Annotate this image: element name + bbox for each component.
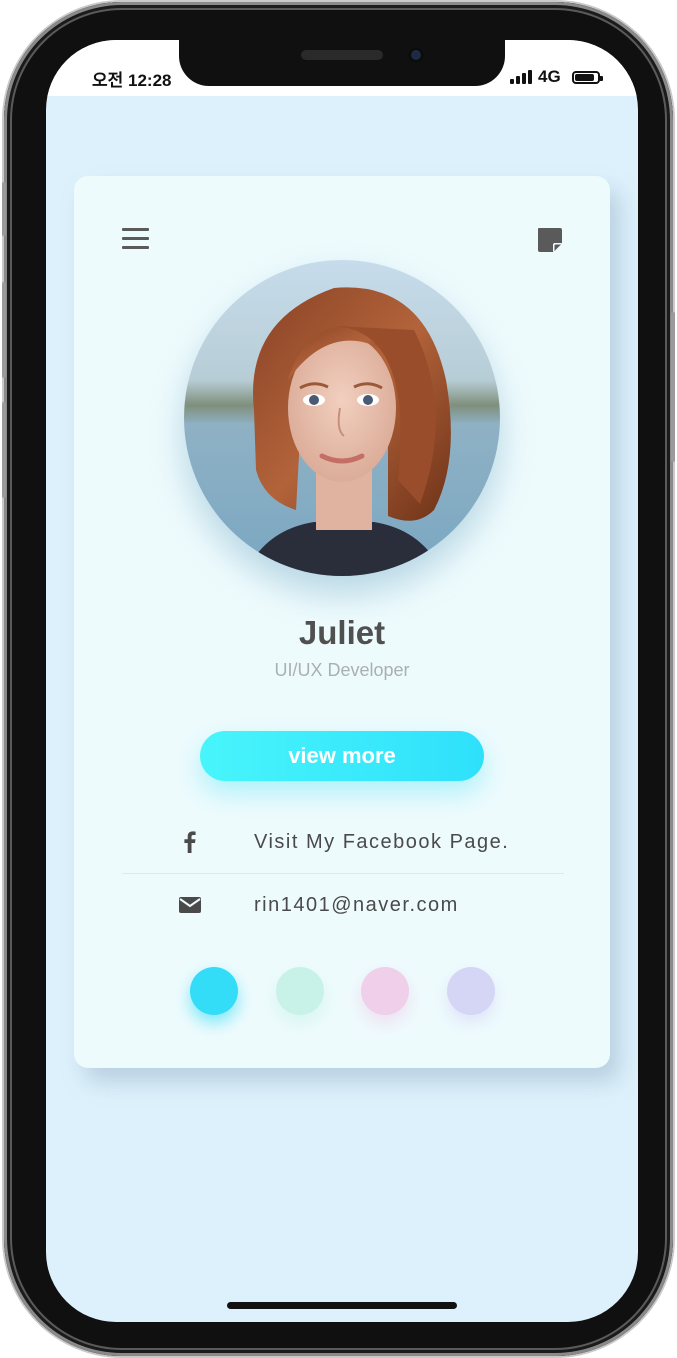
status-time: 오전 12:28 (92, 71, 172, 90)
facebook-link[interactable]: Visit My Facebook Page. (122, 822, 564, 862)
signal-icon (510, 70, 532, 84)
screen: 오전 12:28 4G Juliet UI/UX Developer view … (46, 40, 638, 1322)
mute-switch (2, 182, 6, 236)
divider (122, 873, 564, 874)
volume-up-button (2, 282, 6, 378)
profile-name: Juliet (298, 614, 386, 651)
network-type: 4G (538, 67, 561, 86)
phone-frame: 오전 12:28 4G Juliet UI/UX Developer view … (2, 2, 675, 1356)
front-camera (408, 47, 424, 63)
view-more-button[interactable]: view more (200, 731, 484, 781)
color-theme-lavender[interactable] (447, 967, 495, 1015)
envelope-icon (179, 897, 201, 913)
profile-photo (184, 260, 500, 576)
speaker-grille (301, 50, 383, 60)
color-theme-cyan[interactable] (190, 967, 238, 1015)
volume-down-button (2, 402, 6, 498)
power-button (671, 312, 675, 462)
home-indicator[interactable] (227, 1302, 457, 1309)
facebook-icon (184, 831, 196, 853)
color-theme-pink[interactable] (361, 967, 409, 1015)
email-text: rin1401@naver.com (254, 894, 459, 916)
profile-role: UI/UX Developer (274, 660, 410, 680)
avatar (184, 260, 500, 576)
email-link[interactable]: rin1401@naver.com (122, 885, 564, 925)
facebook-link-text: Visit My Facebook Page. (254, 831, 510, 853)
battery-icon (572, 71, 603, 84)
profile-card: Juliet UI/UX Developer view more Visit M… (74, 176, 610, 1068)
hamburger-menu-icon[interactable] (122, 228, 149, 250)
battery-level (575, 74, 594, 81)
sticky-note-icon[interactable] (536, 226, 564, 254)
notch (179, 40, 505, 86)
color-theme-mint[interactable] (276, 967, 324, 1015)
